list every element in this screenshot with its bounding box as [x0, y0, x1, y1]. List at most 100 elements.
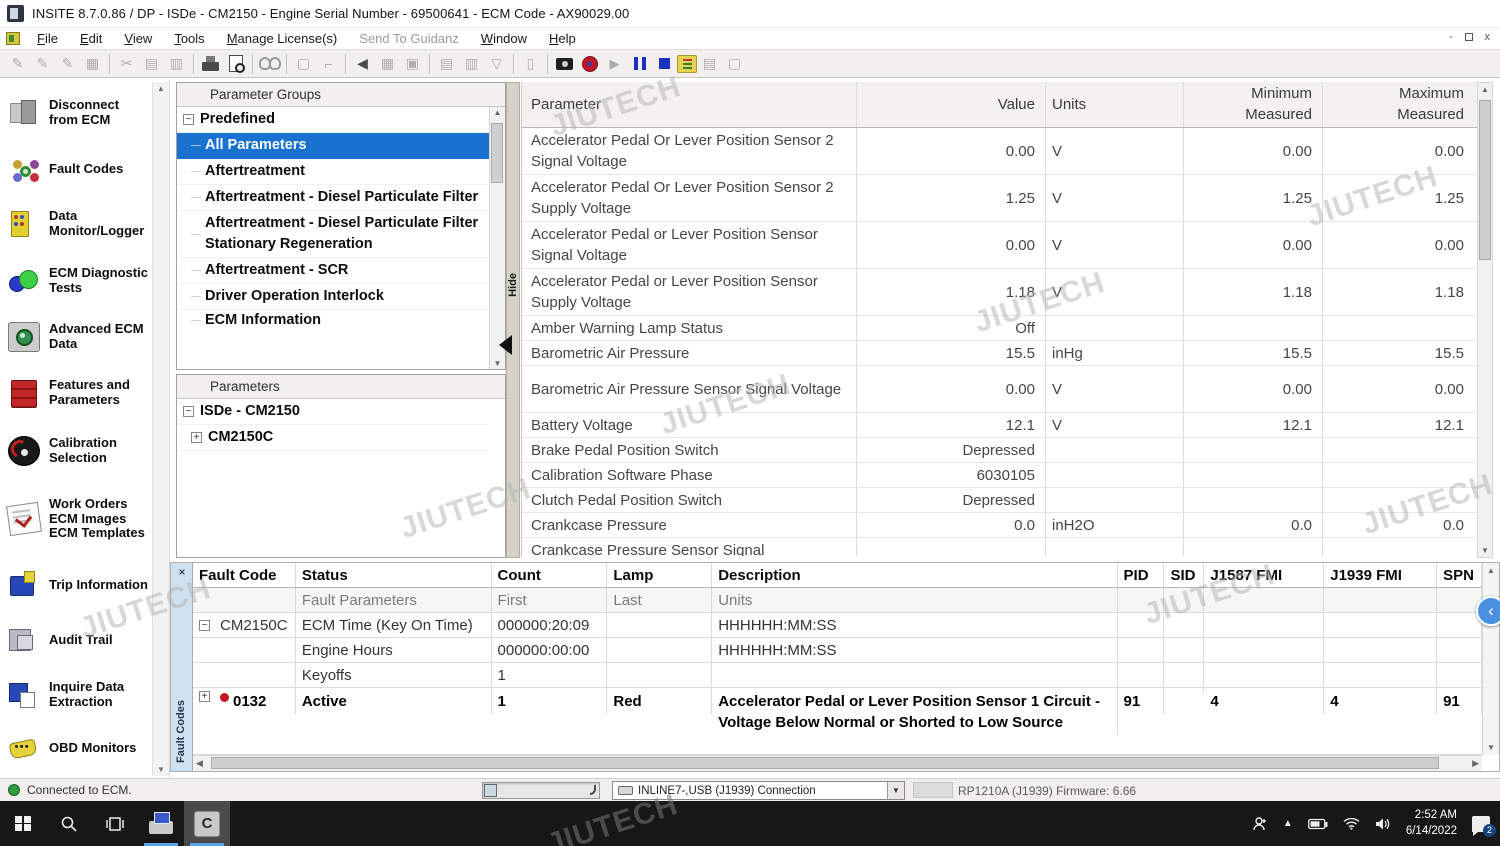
fault-codes-tab[interactable]: × Fault Codes: [171, 563, 193, 771]
task-view-button[interactable]: [92, 801, 138, 846]
col-value[interactable]: Value: [857, 82, 1046, 127]
scrollbar-thumb[interactable]: [211, 757, 1439, 769]
sidebar-item-advanced-ecm-data[interactable]: Advanced ECM Data: [0, 309, 151, 365]
signal-slider[interactable]: [482, 782, 600, 799]
scroll-up-icon[interactable]: ▲: [157, 84, 165, 93]
key-icon[interactable]: ⌐: [316, 53, 341, 75]
lock-icon[interactable]: ▣: [400, 53, 425, 75]
parameter-row[interactable]: Battery Voltage12.1V12.112.1: [522, 413, 1477, 438]
dropdown-arrow-icon[interactable]: ▼: [887, 782, 904, 799]
sidebar-item-trip-information[interactable]: Trip Information: [0, 557, 151, 613]
child-restore-button[interactable]: [1465, 33, 1473, 41]
sidebar-item-audit-trail[interactable]: Audit Trail: [0, 613, 151, 667]
menu-item-help[interactable]: Help: [538, 29, 587, 48]
page-refresh-icon[interactable]: ▢: [291, 53, 316, 75]
parameter-node-isde-cm2150[interactable]: −ISDe - CM2150: [177, 399, 489, 425]
new-page-icon[interactable]: ▯: [518, 53, 543, 75]
template-edit-icon[interactable]: ✎: [55, 53, 80, 75]
calibrate-icon[interactable]: ▦: [375, 53, 400, 75]
fault-table-vscrollbar[interactable]: ▲ ▼: [1482, 563, 1499, 755]
filter-icon[interactable]: ▽: [484, 53, 509, 75]
people-icon[interactable]: [1252, 816, 1268, 832]
scroll-down-icon[interactable]: ▼: [494, 359, 502, 368]
parameter-row[interactable]: Accelerator Pedal Or Lever Position Sens…: [522, 175, 1477, 222]
parameter-row[interactable]: Barometric Air Pressure Sensor Signal Vo…: [522, 366, 1477, 413]
tray-expand-icon[interactable]: ▲: [1283, 818, 1293, 829]
menu-item-edit[interactable]: Edit: [69, 29, 113, 48]
parameter-row[interactable]: Crankcase Pressure Sensor Signal: [522, 538, 1477, 556]
pause-icon[interactable]: [627, 53, 652, 75]
collapse-icon[interactable]: −: [199, 620, 210, 631]
data-transfer-icon[interactable]: [677, 55, 697, 73]
image-grid-icon[interactable]: ▦: [80, 53, 105, 75]
child-minimize-button[interactable]: -: [1449, 31, 1453, 43]
stop-icon[interactable]: [652, 53, 677, 75]
sidebar-scrollbar[interactable]: ▲ ▼: [152, 82, 169, 776]
scroll-down-icon[interactable]: ▼: [157, 765, 165, 774]
menu-item-file[interactable]: File: [26, 29, 69, 48]
sidebar-item-fault-codes[interactable]: Fault Codes: [0, 142, 151, 196]
col-units[interactable]: Units: [1046, 82, 1184, 127]
search-button[interactable]: [46, 801, 92, 846]
fault-row[interactable]: +0132Active1RedAccelerator Pedal or Leve…: [193, 688, 1482, 755]
scroll-left-icon[interactable]: ◀: [196, 758, 203, 769]
printer-app-button[interactable]: [138, 801, 184, 846]
child-close-button[interactable]: x: [1485, 31, 1491, 43]
cut-icon[interactable]: ✂: [114, 53, 139, 75]
expand-icon[interactable]: +: [199, 691, 210, 702]
col-minimum-measured[interactable]: Minimum Measured: [1184, 82, 1323, 127]
expand-icon[interactable]: +: [191, 432, 202, 443]
sidebar-item-calibration-selection[interactable]: Calibration Selection: [0, 421, 151, 481]
battery-icon[interactable]: [1308, 818, 1328, 830]
hide-label[interactable]: Hide: [507, 273, 519, 297]
workspace-edit-icon[interactable]: ✎: [5, 53, 30, 75]
taskbar-clock[interactable]: 2:52 AM 6/14/2022: [1406, 808, 1457, 839]
collapse-icon[interactable]: −: [183, 114, 194, 125]
scroll-right-icon[interactable]: ▶: [1472, 758, 1479, 769]
paste-icon[interactable]: ▥: [164, 53, 189, 75]
parameter-row[interactable]: Brake Pedal Position SwitchDepressed: [522, 438, 1477, 463]
menu-item-tools[interactable]: Tools: [163, 29, 215, 48]
print-preview-icon[interactable]: [223, 53, 248, 75]
wifi-icon[interactable]: [1343, 817, 1360, 830]
parameter-row[interactable]: Accelerator Pedal or Lever Position Sens…: [522, 222, 1477, 269]
start-button[interactable]: [0, 801, 46, 846]
horn-icon[interactable]: ◀: [350, 53, 375, 75]
scrollbar-thumb[interactable]: [1479, 100, 1491, 260]
parameter-row[interactable]: Accelerator Pedal or Lever Position Sens…: [522, 269, 1477, 316]
param-group-all-parameters[interactable]: All Parameters: [177, 133, 489, 159]
slider-thumb[interactable]: [484, 784, 497, 797]
param-group-ecm-information[interactable]: ECM Information: [177, 310, 489, 330]
param-group-driver-operation-interlock[interactable]: Driver Operation Interlock: [177, 284, 489, 310]
param-group-predefined[interactable]: −Predefined: [177, 107, 489, 133]
collapse-arrow-icon[interactable]: [499, 335, 512, 355]
param-group-aftertreatment-scr[interactable]: Aftertreatment - SCR: [177, 258, 489, 284]
menu-item-view[interactable]: View: [113, 29, 163, 48]
export-icon[interactable]: ▤: [434, 53, 459, 75]
notification-center-button[interactable]: 2: [1472, 816, 1490, 832]
search-binoculars-icon[interactable]: [257, 53, 282, 75]
insite-app-button[interactable]: C: [184, 801, 230, 846]
parameter-row[interactable]: Clutch Pedal Position SwitchDepressed: [522, 488, 1477, 513]
fault-row[interactable]: Engine Hours000000:00:00HHHHHH:MM:SS: [193, 638, 1482, 663]
print-icon[interactable]: [198, 53, 223, 75]
sidebar-item-data-monitor[interactable]: Data Monitor/Logger: [0, 196, 151, 252]
play-icon[interactable]: ▶: [602, 53, 627, 75]
fault-row[interactable]: Keyoffs1: [193, 663, 1482, 688]
sidebar-item-obd-monitors[interactable]: OBD Monitors: [0, 723, 151, 773]
panel-splitter[interactable]: Hide: [506, 82, 520, 558]
snapshot-camera-icon[interactable]: [552, 53, 577, 75]
scroll-up-icon[interactable]: ▲: [1487, 566, 1495, 575]
param-group-aftertreatment-diesel-particulate-filter[interactable]: Aftertreatment - Diesel Particulate Filt…: [177, 211, 489, 258]
adapter-select[interactable]: INLINE7-,USB (J1939) Connection ▼: [612, 781, 905, 800]
scrollbar-thumb[interactable]: [491, 123, 503, 183]
sidebar-item-ecm-disconnect[interactable]: Disconnect from ECM: [0, 84, 151, 142]
parameter-node-cm2150c[interactable]: +CM2150C: [177, 425, 489, 451]
fault-row[interactable]: −CM2150CECM Time (Key On Time)000000:20:…: [193, 613, 1482, 638]
collapse-icon[interactable]: −: [183, 406, 194, 417]
expand-panel-button[interactable]: ‹: [1476, 596, 1500, 626]
param-group-aftertreatment[interactable]: Aftertreatment: [177, 159, 489, 185]
sidebar-item-diagnostic-tests[interactable]: ECM Diagnostic Tests: [0, 252, 151, 309]
sidebar-item-inquire-data[interactable]: Inquire Data Extraction: [0, 667, 151, 723]
import-icon[interactable]: ▥: [459, 53, 484, 75]
